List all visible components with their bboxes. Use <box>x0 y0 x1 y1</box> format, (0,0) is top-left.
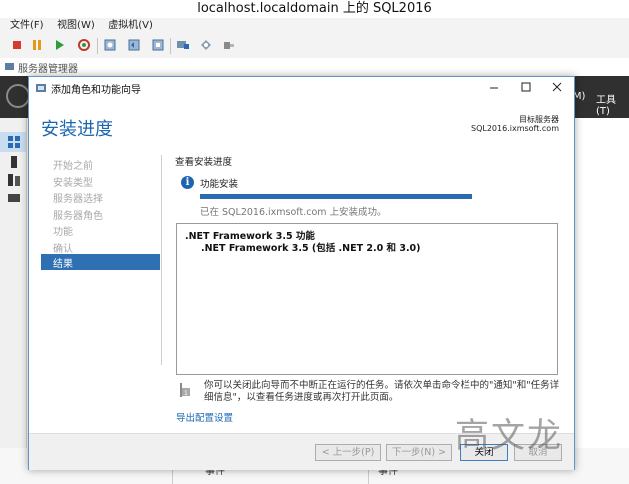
settings-icon[interactable] <box>199 38 213 52</box>
step-before-you-begin: 开始之前 <box>53 161 93 172</box>
local-server-icon[interactable] <box>10 156 18 168</box>
progress-bar <box>200 194 472 199</box>
results-list[interactable]: .NET Framework 3.5 功能 .NET Framework 3.5… <box>176 223 558 375</box>
menu-file[interactable]: 文件(F) <box>10 18 44 34</box>
notification-flag-icon: 1 <box>180 383 190 397</box>
step-confirmation: 确认 <box>53 244 73 255</box>
wizard-titlebar: 添加角色和功能向导 <box>29 77 574 99</box>
stop-icon[interactable] <box>10 38 24 52</box>
all-servers-icon[interactable] <box>8 174 20 186</box>
export-settings-link[interactable]: 导出配置设置 <box>176 410 233 424</box>
reset-icon[interactable] <box>77 38 91 52</box>
wizard-note: 你可以关闭此向导而不中断正在运行的任务。请依次单击命令栏中的"通知"和"任务详细… <box>204 380 560 403</box>
minimize-icon[interactable] <box>489 83 499 93</box>
close-icon[interactable] <box>552 82 562 92</box>
wizard-title: 添加角色和功能向导 <box>51 85 141 96</box>
step-server-roles: 服务器角色 <box>53 211 103 222</box>
vm-menubar: 文件(F) 视图(W) 虚拟机(V) <box>0 18 629 34</box>
file-storage-icon[interactable] <box>8 192 20 204</box>
revert-icon[interactable] <box>127 38 141 52</box>
menu-tools[interactable]: 工具(T) <box>596 91 629 117</box>
network-icon[interactable] <box>176 38 190 52</box>
menu-view[interactable]: 视图(W) <box>57 18 95 34</box>
manage-snapshot-icon[interactable] <box>151 38 165 52</box>
progress-bar-fill <box>200 194 472 199</box>
server-manager-titlebar: 服务器管理器 <box>0 58 629 77</box>
usb-icon[interactable] <box>222 38 236 52</box>
author-watermark: 高文龙 <box>455 416 563 456</box>
page-title: 安装进度 <box>41 119 113 140</box>
feature-installation-label: 功能安装 <box>200 179 239 190</box>
back-icon[interactable] <box>6 84 30 108</box>
vm-toolbar <box>0 34 629 59</box>
install-success-text: 已在 SQL2016.ixmsoft.com 上安装成功。 <box>200 207 387 218</box>
nav-divider <box>161 155 162 365</box>
server-manager-sidebar <box>0 118 27 484</box>
view-progress-label: 查看安装进度 <box>175 157 233 168</box>
info-icon: i <box>181 176 194 189</box>
play-icon[interactable] <box>52 38 66 52</box>
next-button[interactable]: 下一步(N) > <box>386 444 452 461</box>
wizard-app-icon <box>36 84 46 92</box>
target-server-value: SQL2016.ixmsoft.com <box>471 124 559 133</box>
step-installation-type: 安装类型 <box>53 178 93 189</box>
svg-text:1: 1 <box>184 390 188 397</box>
step-features: 功能 <box>53 227 73 238</box>
vm-window-title: localhost.localdomain 上的 SQL2016 <box>0 0 629 18</box>
snapshot-icon[interactable] <box>103 38 117 52</box>
maximize-icon[interactable] <box>521 82 531 92</box>
step-server-selection: 服务器选择 <box>53 194 103 205</box>
step-results-label: 结果 <box>53 259 73 270</box>
result-feature-child: .NET Framework 3.5 (包括 .NET 2.0 和 3.0) <box>201 243 421 254</box>
dashboard-icon[interactable] <box>8 136 20 148</box>
pause-icon[interactable] <box>30 38 44 52</box>
previous-button[interactable]: < 上一步(P) <box>315 444 381 461</box>
server-manager-icon <box>5 63 14 70</box>
server-manager-title: 服务器管理器 <box>18 64 78 75</box>
menu-vm[interactable]: 虚拟机(V) <box>108 18 153 34</box>
server-manager-content <box>571 118 629 448</box>
step-results[interactable]: 结果 <box>41 254 160 270</box>
